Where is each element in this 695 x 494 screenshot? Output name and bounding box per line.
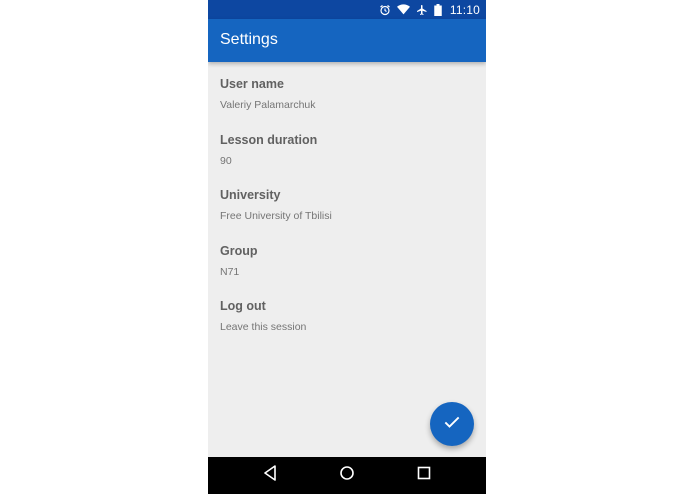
save-button[interactable] xyxy=(430,402,474,446)
alarm-icon xyxy=(379,4,391,16)
setting-title: User name xyxy=(220,77,284,91)
setting-group[interactable]: Group N71 xyxy=(208,229,486,285)
check-icon xyxy=(442,412,462,437)
setting-title: Lesson duration xyxy=(220,132,318,147)
navigation-bar xyxy=(208,457,486,494)
app-bar: Settings xyxy=(208,19,486,62)
setting-summary: Leave this session xyxy=(220,321,307,333)
setting-university[interactable]: University Free University of Tbilisi xyxy=(208,173,486,229)
setting-title: Log out xyxy=(220,299,266,313)
setting-user-name[interactable]: User name Valeriy Palamarchuk xyxy=(208,62,486,118)
setting-summary: N71 xyxy=(220,265,240,278)
status-bar: 11:10 xyxy=(208,0,486,19)
status-icons: 11:10 xyxy=(379,0,480,19)
recents-button[interactable] xyxy=(404,457,444,494)
status-time: 11:10 xyxy=(449,2,480,17)
page-title: Settings xyxy=(220,31,278,48)
phone-screen: 11:10 Settings User name Valeriy Palamar… xyxy=(208,0,486,494)
airplane-icon xyxy=(416,4,428,16)
setting-title: University xyxy=(220,188,281,202)
back-icon xyxy=(263,465,277,486)
setting-lesson-duration[interactable]: Lesson duration 90 xyxy=(208,118,486,174)
setting-title: Group xyxy=(220,243,258,258)
setting-summary: 90 xyxy=(220,154,232,167)
wifi-icon xyxy=(396,4,410,15)
home-icon xyxy=(339,465,355,486)
battery-icon xyxy=(434,3,442,16)
back-button[interactable] xyxy=(250,457,290,494)
settings-list: User name Valeriy Palamarchuk Lesson dur… xyxy=(208,62,486,340)
setting-summary: Free University of Tbilisi xyxy=(220,210,332,222)
setting-summary: Valeriy Palamarchuk xyxy=(220,99,316,111)
setting-log-out[interactable]: Log out Leave this session xyxy=(208,284,486,340)
home-button[interactable] xyxy=(327,457,367,494)
recents-icon xyxy=(417,466,431,485)
